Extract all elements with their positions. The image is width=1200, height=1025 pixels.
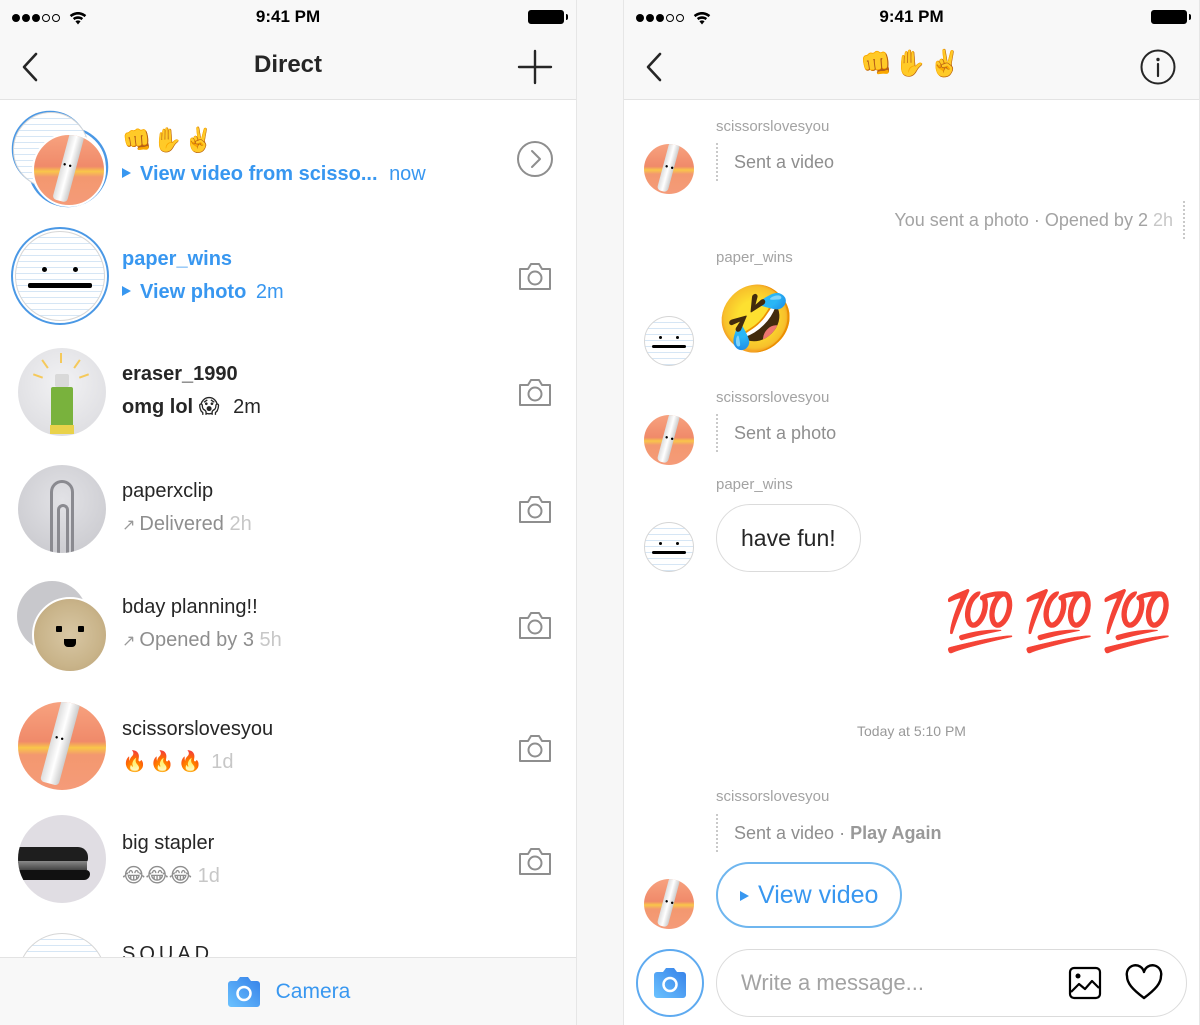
thread-title: paperxclip (122, 479, 214, 502)
thread-title: scissorslovesyou (122, 717, 274, 740)
inbox-screen: 9:41 PM Direct 👊✋✌️ View video from scis… (0, 0, 577, 1025)
camera-icon (654, 968, 686, 998)
thread-title: big stapler (122, 832, 215, 854)
message-thread: scissorslovesyou Sent a video You sent a… (624, 101, 1199, 939)
sent-arrow-icon: ↗ (122, 633, 136, 650)
emoji-message: 💯💯💯 (944, 589, 1179, 654)
avatar (644, 879, 694, 929)
avatar (15, 230, 105, 321)
message-composer (624, 939, 1199, 1025)
page-title: Direct (253, 51, 323, 78)
thread-time: 2h (229, 512, 252, 535)
play-icon (740, 891, 749, 901)
thread-row[interactable]: paper_wins View photo 2m (0, 218, 576, 335)
avatar (644, 144, 694, 194)
inbox-header: Direct (0, 34, 576, 100)
thread-row[interactable]: bday planning!! ↗ Opened by 3 5h (0, 567, 576, 684)
sender-name: scissorslovesyou (716, 389, 830, 406)
message-input-wrapper (716, 949, 1187, 1017)
thread-title: paper_wins (122, 247, 233, 270)
sender-name: paper_wins (716, 476, 793, 493)
play-icon (122, 168, 131, 178)
thread-title: eraser_1990 (122, 363, 238, 385)
thread-title: bday planning!! (122, 596, 258, 618)
sender-name: scissorslovesyou (716, 118, 830, 135)
avatar (644, 522, 694, 572)
status-time: 9:41 PM (879, 7, 944, 26)
camera-icon[interactable] (516, 490, 554, 528)
thread-time: 2m (255, 280, 284, 303)
thread-time: 2m (233, 396, 261, 418)
chat-title: 👊✋✌️ (859, 48, 964, 78)
thread-time: 5h (259, 629, 282, 651)
avatar (18, 464, 106, 553)
camera-icon (227, 976, 260, 1007)
message-bubble: have fun! (716, 504, 861, 572)
gallery-button[interactable] (1068, 966, 1102, 1000)
message-event: Sent a video · Play Again (716, 814, 941, 852)
battery-icon (1151, 10, 1191, 24)
thread-time: now (389, 163, 426, 185)
thread-list: 👊✋✌️ View video from scisso... now paper… (0, 101, 576, 957)
status-bar: 9:41 PM (0, 0, 576, 34)
thread-time: 1d (197, 865, 220, 887)
heart-button[interactable] (1124, 964, 1164, 1002)
thread-preview: Opened by 3 (139, 629, 254, 651)
thread-preview: View photo (140, 280, 247, 303)
thread-row[interactable]: scissorslovesyou 🔥🔥🔥 1d (0, 684, 576, 801)
thread-row[interactable]: big stapler 😂😂😂 1d (0, 800, 576, 917)
message-event: Sent a photo (716, 414, 836, 452)
avatar (18, 348, 106, 436)
thread-preview: 🔥🔥🔥 (122, 750, 206, 773)
message-input[interactable] (741, 950, 1041, 1016)
thread-title: SQUAD (122, 942, 214, 958)
camera-icon[interactable] (516, 842, 554, 880)
sent-arrow-icon: ↗ (122, 516, 136, 534)
avatar (18, 932, 106, 957)
camera-icon[interactable] (516, 729, 554, 767)
camera-icon[interactable] (516, 257, 554, 295)
chat-screen: 9:41 PM 👊✋✌️ scissorslovesyou Sent a vid… (623, 0, 1200, 1025)
camera-icon[interactable] (516, 606, 554, 644)
thread-preview: 😂😂😂 (122, 865, 193, 887)
thread-title: 👊✋✌️ (122, 127, 215, 154)
avatar (18, 815, 106, 903)
chat-header: 👊✋✌️ (624, 34, 1199, 100)
new-message-button[interactable] (516, 48, 554, 86)
play-icon (122, 285, 131, 296)
thread-row[interactable]: SQUAD (0, 917, 576, 958)
sent-event: You sent a photo · Opened by 2 2h (894, 201, 1185, 239)
sender-name: scissorslovesyou (716, 788, 830, 805)
thread-preview: View video from scisso... (140, 163, 378, 185)
battery-icon (528, 10, 568, 24)
camera-label: Camera (275, 979, 351, 1003)
camera-button[interactable] (636, 949, 704, 1017)
avatar (18, 701, 106, 790)
thread-preview: omg lol 😱 (122, 396, 220, 418)
status-time: 9:41 PM (255, 7, 321, 26)
camera-icon[interactable] (516, 373, 554, 411)
emoji-message: 🤣 (716, 283, 796, 355)
thread-row[interactable]: paperxclip ↗ Delivered 2h (0, 451, 576, 568)
sender-name: paper_wins (716, 249, 793, 266)
timestamp: Today at 5:10 PM (857, 723, 966, 739)
message-event: Sent a video (716, 143, 834, 181)
camera-button[interactable]: Camera (0, 957, 576, 1025)
thread-time: 1d (211, 750, 234, 773)
play-again-link[interactable]: Play Again (850, 823, 941, 843)
chevron-right-circle-icon[interactable] (516, 140, 554, 178)
view-video-button[interactable]: View video (716, 862, 903, 928)
info-button[interactable] (1139, 48, 1177, 86)
avatar (644, 316, 694, 366)
status-bar: 9:41 PM (624, 0, 1199, 34)
thread-row[interactable]: eraser_1990 omg lol 😱 2m (0, 334, 576, 451)
thread-preview: Delivered (139, 512, 224, 535)
avatar (644, 415, 694, 465)
thread-row[interactable]: 👊✋✌️ View video from scisso... now (0, 101, 576, 218)
